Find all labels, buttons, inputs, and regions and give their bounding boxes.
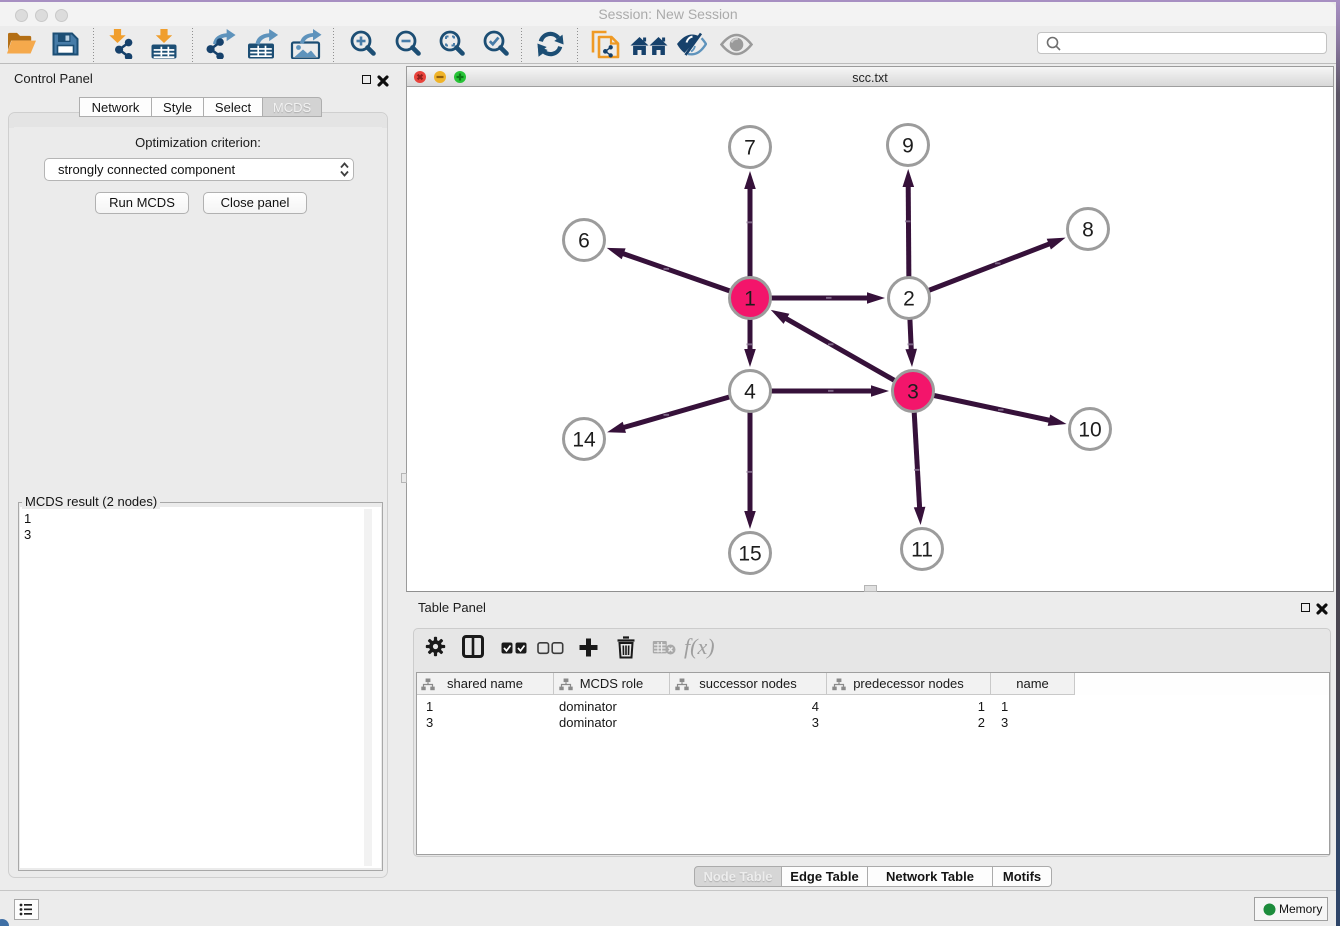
svg-text:4: 4 <box>744 381 756 404</box>
svg-text:2: 2 <box>903 288 915 311</box>
svg-text:11: 11 <box>911 539 933 562</box>
svg-text:3: 3 <box>907 381 919 404</box>
svg-text:7: 7 <box>744 137 756 160</box>
svg-text:15: 15 <box>738 543 761 566</box>
svg-text:10: 10 <box>1078 419 1101 442</box>
svg-text:6: 6 <box>578 230 590 253</box>
svg-text:14: 14 <box>572 429 596 452</box>
svg-text:9: 9 <box>902 135 914 158</box>
svg-text:1: 1 <box>744 288 756 311</box>
svg-text:8: 8 <box>1082 219 1094 242</box>
